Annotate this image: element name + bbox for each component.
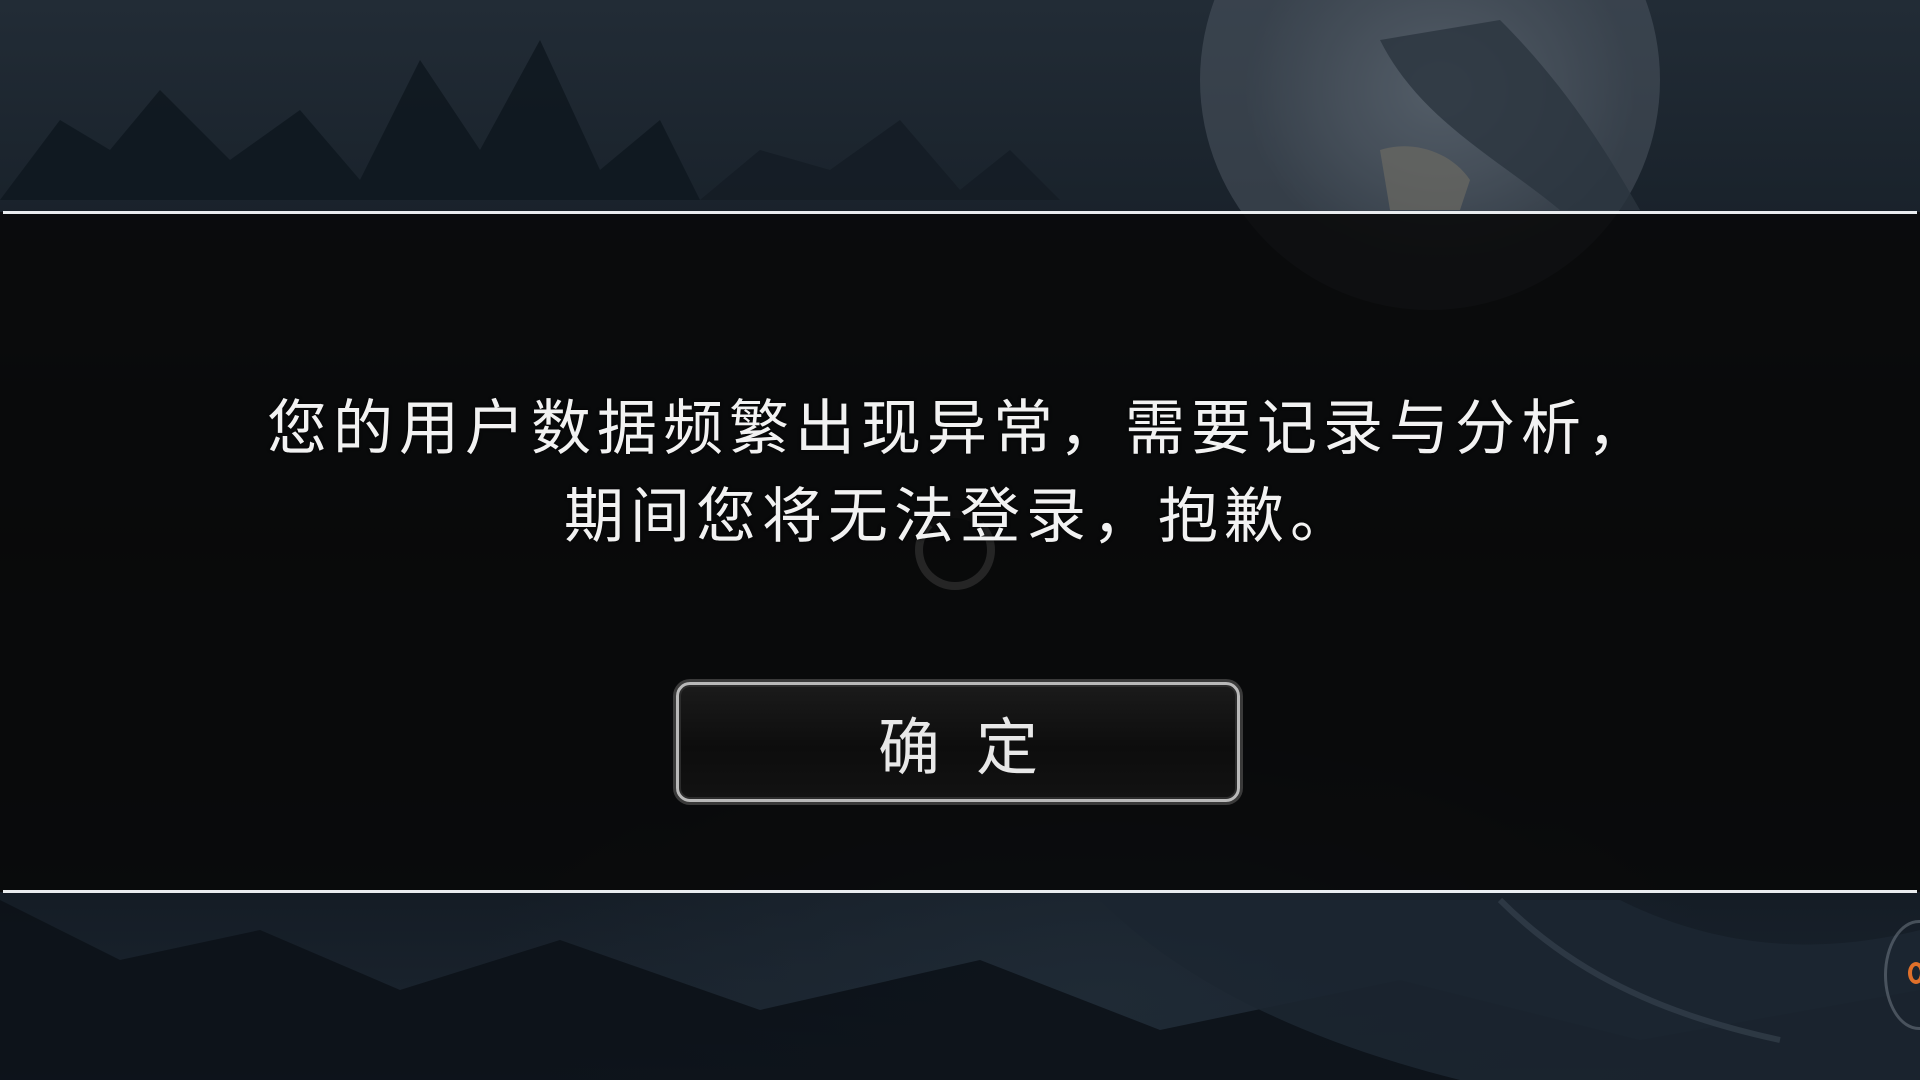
confirm-button[interactable]: 确定: [676, 682, 1240, 802]
overlay-bottom-divider: [3, 890, 1917, 893]
dialog-message-line-2: 期间您将无法登录，抱歉。: [564, 482, 1356, 552]
dialog-message-line-1: 您的用户数据频繁出现异常，需要记录与分析，: [267, 394, 1653, 464]
confirm-button-label: 确定: [877, 711, 1074, 784]
game-screen: 您的用户数据频繁出现异常，需要记录与分析， 期间您将无法登录，抱歉。 确定: [0, 0, 1920, 1080]
floating-assistant-dot: [1908, 962, 1920, 984]
overlay-top-divider: [3, 211, 1917, 214]
dialog-message: 您的用户数据频繁出现异常，需要记录与分析， 期间您将无法登录，抱歉。: [160, 385, 1760, 561]
